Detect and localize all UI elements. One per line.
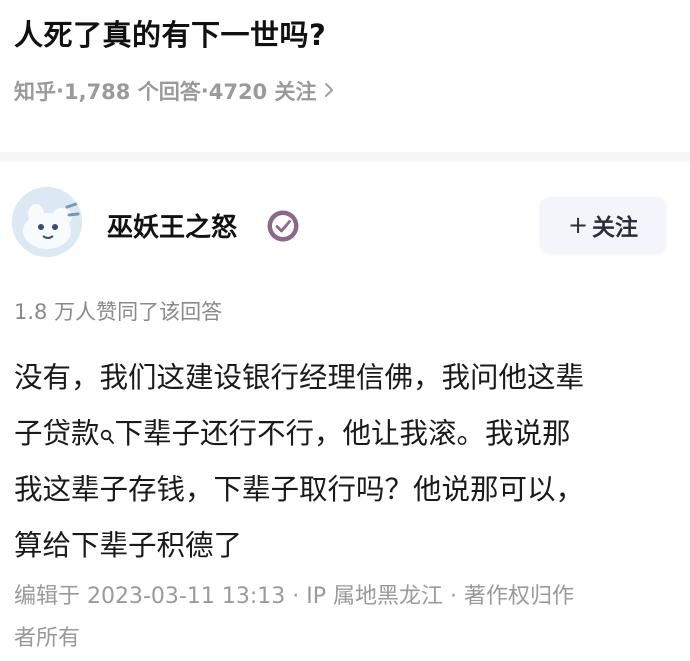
follow-label: 关注 xyxy=(592,215,639,241)
question-title[interactable]: 人死了真的有下一世吗? xyxy=(14,12,326,54)
author-name[interactable]: 巫妖王之怒 xyxy=(107,207,237,244)
chevron-right-icon xyxy=(324,79,334,103)
answer-count: 1,788 个回答 xyxy=(63,80,201,104)
answer-line: 没有，我们这建设银行经理信佛，我问他这辈 xyxy=(14,361,585,394)
meta-separator: · xyxy=(56,79,64,103)
question-meta[interactable]: 知乎 · 1,788 个回答 · 4720 关注 xyxy=(14,76,334,106)
plus-icon: + xyxy=(567,211,589,239)
zhihu-answer-page: 人死了真的有下一世吗? 知乎 · 1,788 个回答 · 4720 关注 巫妖王… xyxy=(0,0,690,661)
answer-line: 子贷款 下辈子还行不行，他让我滚。我说那 xyxy=(14,406,680,462)
answer-text: 子贷款 xyxy=(14,417,100,450)
section-divider xyxy=(0,152,690,162)
answer-line: 我这辈子存钱，下辈子取行吗？他说那可以， xyxy=(14,473,585,506)
avatar[interactable] xyxy=(12,187,82,257)
search-link-icon[interactable] xyxy=(100,410,115,444)
answer-line: 算给下辈子积德了 xyxy=(14,529,243,562)
answer-footer: 编辑于 2023-03-11 13:13 · IP 属地黑龙江 · 著作权归作 … xyxy=(14,576,684,660)
answer-text: 下辈子还行不行，他让我滚。我说那 xyxy=(114,417,571,450)
follow-button[interactable]: + 关注 xyxy=(540,197,666,253)
follower-count: 4720 关注 xyxy=(208,80,317,104)
site-name: 知乎 xyxy=(14,80,56,104)
edit-info: 者所有 xyxy=(14,626,81,651)
edit-info: 编辑于 2023-03-11 13:13 · IP 属地黑龙江 · 著作权归作 xyxy=(14,584,574,609)
meta-separator: · xyxy=(200,79,209,103)
verified-badge-icon xyxy=(266,209,300,243)
vote-count: 1.8 万人赞同了该回答 xyxy=(14,300,223,324)
answer-content: 没有，我们这建设银行经理信佛，我问他这辈 子贷款 下辈子还行不行，他让我滚。我说那… xyxy=(14,350,680,574)
